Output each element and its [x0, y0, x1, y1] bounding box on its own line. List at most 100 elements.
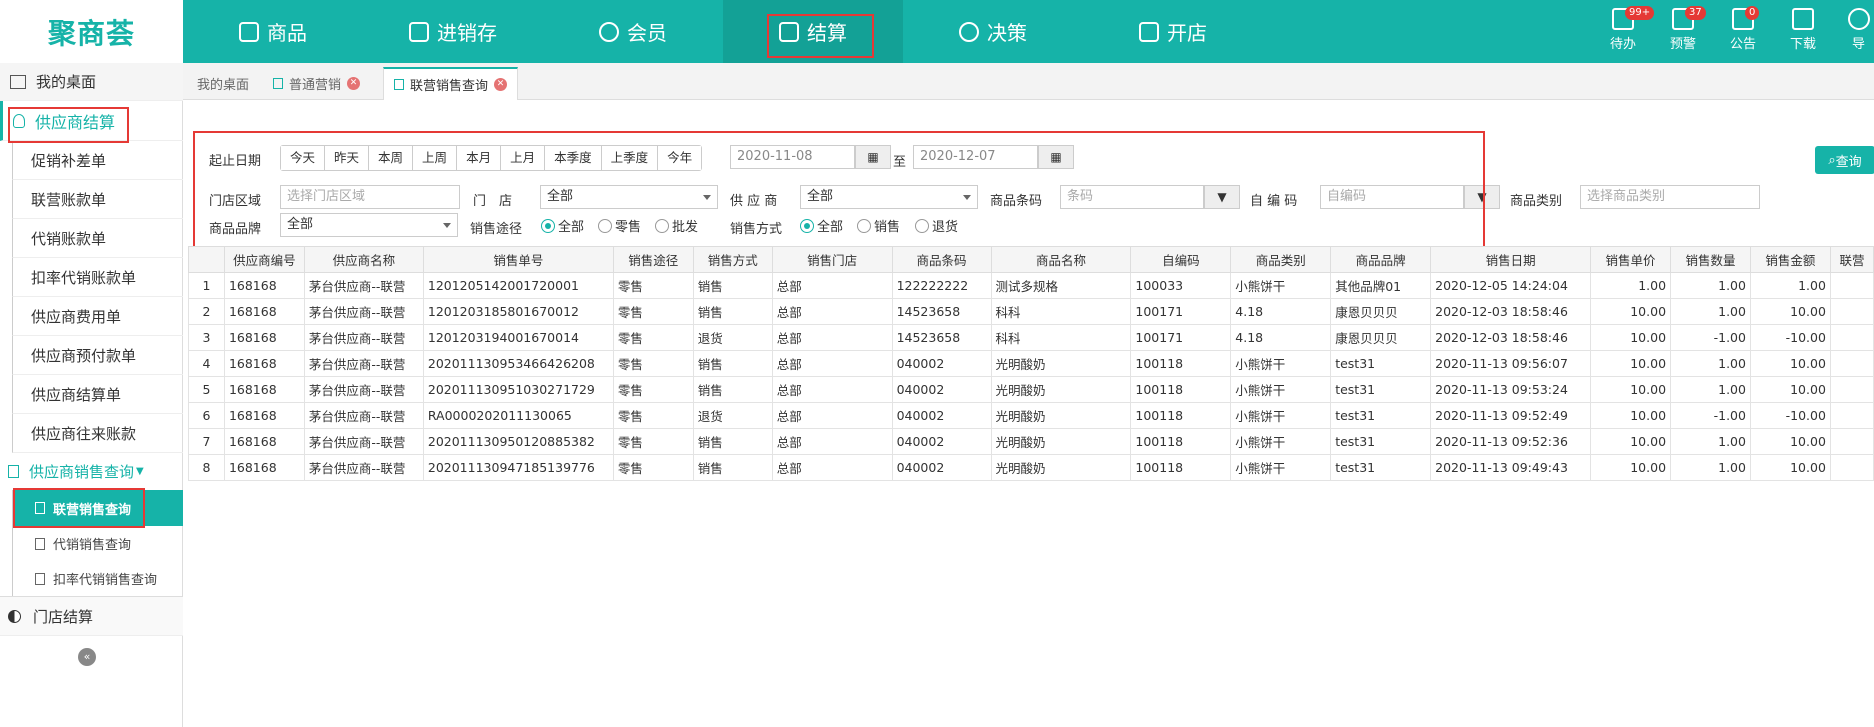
brand-select[interactable]: 全部	[280, 213, 458, 237]
supplier-select[interactable]: 全部	[800, 185, 978, 209]
quick-date-this-month[interactable]: 本月	[457, 146, 502, 170]
sidebar-sales-query-label: 供应商销售查询	[29, 463, 135, 481]
close-icon[interactable]: ✕	[347, 77, 361, 90]
todo-button[interactable]: 99+ 待办	[1603, 6, 1655, 52]
quick-date-this-quarter[interactable]: 本季度	[545, 146, 602, 170]
channel-retail-radio[interactable]: 零售	[598, 216, 641, 235]
table-cell: 茅台供应商--联营	[303, 298, 424, 325]
column-header[interactable]: 销售单价	[1590, 246, 1672, 273]
nav-decision[interactable]: 决策	[903, 0, 1083, 63]
nav-inventory[interactable]: 进销存	[363, 0, 543, 63]
date-from-input[interactable]: 2020-11-08	[730, 145, 855, 169]
store-select[interactable]: 全部	[540, 185, 718, 209]
column-header[interactable]: 供应商名称	[303, 246, 424, 273]
table-row[interactable]: 3 168168 茅台供应商--联营 1201203194001670014 零售 退货总…	[188, 324, 1874, 351]
store-area-input[interactable]: 选择门店区域	[280, 185, 460, 209]
sidebar-sub-label: 代销销售查询	[53, 538, 132, 553]
column-header[interactable]	[188, 246, 225, 273]
table-row[interactable]: 6 168168 茅台供应商--联营 RA0000202011130065 零售 退货 总部…	[188, 402, 1874, 429]
column-header[interactable]: 联营	[1829, 246, 1874, 273]
sidebar-sub-joint-sales[interactable]: 联营销售查询	[12, 490, 183, 526]
filter-icon[interactable]: ▼	[1204, 185, 1240, 209]
sidebar-item-rate-consign-account[interactable]: 扣率代销账款单	[12, 258, 183, 297]
table-row[interactable]: 1 168168 茅台供应商--联营 1201205142001720001 零售 销售总…	[188, 272, 1874, 299]
column-header[interactable]: 销售金额	[1749, 246, 1831, 273]
sidebar-sales-query[interactable]: 供应商销售查询 ▼	[0, 453, 183, 490]
table-cell: 168168	[223, 350, 305, 377]
download-button[interactable]: 下载	[1783, 8, 1823, 52]
quick-date-yesterday[interactable]: 昨天	[325, 146, 370, 170]
sidebar-store-settlement[interactable]: 门店结算	[0, 596, 183, 636]
column-header[interactable]: 销售门店	[771, 246, 893, 273]
table-row[interactable]: 8 168168 茅台供应商--联营 202011130947185139776 零售销…	[188, 454, 1874, 481]
quick-date-this-week[interactable]: 本周	[369, 146, 414, 170]
table-cell: 零售	[612, 428, 694, 455]
quick-date-this-year[interactable]: 今年	[658, 146, 702, 170]
mode-return-radio[interactable]: 退货	[915, 216, 958, 235]
quick-date-last-week[interactable]: 上周	[413, 146, 458, 170]
sidebar-sub-rate-consign-sales[interactable]: 扣率代销销售查询	[12, 561, 183, 596]
filter-icon[interactable]: ▼	[1464, 185, 1500, 209]
column-header[interactable]: 销售单号	[422, 246, 614, 273]
column-header[interactable]: 销售途径	[612, 246, 694, 273]
column-header[interactable]: 商品名称	[990, 246, 1132, 273]
nav-goods[interactable]: 商品	[183, 0, 363, 63]
category-input[interactable]: 选择商品类别	[1580, 185, 1760, 209]
column-header[interactable]: 供应商编号	[223, 246, 305, 273]
column-header[interactable]: 商品品牌	[1330, 246, 1432, 273]
sidebar-item-supplier-fee[interactable]: 供应商费用单	[12, 297, 183, 336]
barcode-input[interactable]: 条码	[1060, 185, 1204, 209]
sidebar-item-consign-account[interactable]: 代销账款单	[12, 219, 183, 258]
calendar-icon[interactable]: ▦	[1038, 145, 1074, 169]
tab-joint-sales[interactable]: 联营销售查询 ✕	[383, 67, 519, 100]
sidebar-supplier-settlement[interactable]: 供应商结算	[0, 101, 183, 141]
date-to-input[interactable]: 2020-12-07	[913, 145, 1038, 169]
user-button[interactable]: 导	[1843, 8, 1874, 52]
warning-button[interactable]: 37 预警	[1663, 6, 1706, 52]
tab-normal-marketing[interactable]: 普通营销 ✕	[263, 67, 370, 100]
table-cell: 1.00	[1670, 428, 1751, 455]
channel-wholesale-radio[interactable]: 批发	[655, 216, 698, 235]
sidebar-sub-consign-sales[interactable]: 代销销售查询	[12, 526, 183, 561]
column-header[interactable]: 商品类别	[1230, 246, 1332, 273]
sidebar-item-supplier-settle[interactable]: 供应商结算单	[12, 375, 183, 414]
quick-date-today[interactable]: 今天	[281, 146, 326, 170]
table-cell: 茅台供应商--联营	[303, 376, 424, 403]
table-cell: 零售	[612, 272, 694, 299]
table-cell: 4.18	[1230, 324, 1332, 351]
mode-all-radio[interactable]: 全部	[800, 216, 843, 235]
sidebar-item-joint-account[interactable]: 联营账款单	[12, 180, 183, 219]
collapse-icon[interactable]: «	[78, 648, 96, 666]
announce-button[interactable]: 0 公告	[1723, 6, 1763, 52]
nav-member[interactable]: 会员	[543, 0, 723, 63]
table-row[interactable]: 4 168168 茅台供应商--联营 202011130953466426208 零售销…	[188, 350, 1874, 377]
column-header[interactable]: 销售数量	[1670, 246, 1751, 273]
quick-date-last-quarter[interactable]: 上季度	[601, 146, 659, 170]
close-icon[interactable]: ✕	[494, 78, 508, 91]
query-button[interactable]: ⌕ 查询	[1815, 146, 1874, 174]
table-cell: 100171	[1130, 298, 1232, 325]
column-header[interactable]: 商品条码	[891, 246, 992, 273]
nav-open-store[interactable]: 开店	[1083, 0, 1263, 63]
table-row[interactable]: 7 168168 茅台供应商--联营 202011130950120885382 零售销…	[188, 428, 1874, 455]
column-header[interactable]: 自编码	[1130, 246, 1232, 273]
mode-sale-radio[interactable]: 销售	[857, 216, 900, 235]
table-cell: 040002	[891, 402, 992, 429]
table-cell: 总部	[771, 324, 893, 351]
channel-all-radio[interactable]: 全部	[541, 216, 584, 235]
table-row[interactable]: 5 168168 茅台供应商--联营 202011130951030271729 零售销…	[188, 376, 1874, 403]
table-row[interactable]: 2 168168 茅台供应商--联营 1201203185801670012 零售 销售总…	[188, 298, 1874, 325]
sidebar-item-supplier-ledger[interactable]: 供应商往来账款	[12, 414, 183, 453]
column-header[interactable]: 销售方式	[692, 246, 773, 273]
date-label: 起止日期	[209, 154, 262, 169]
sidebar-desk[interactable]: 我的桌面	[0, 63, 183, 101]
quick-date-last-month[interactable]: 上月	[501, 146, 546, 170]
selfcode-input[interactable]: 自编码	[1320, 185, 1464, 209]
table-cell: 康恩贝贝贝	[1330, 324, 1432, 351]
calendar-icon[interactable]: ▦	[855, 145, 891, 169]
nav-settlement[interactable]: 结算	[723, 0, 903, 63]
sidebar-item-promo[interactable]: 促销补差单	[12, 141, 183, 180]
tab-desk[interactable]: 我的桌面	[187, 67, 259, 100]
column-header[interactable]: 销售日期	[1430, 246, 1592, 273]
sidebar-item-supplier-prepay[interactable]: 供应商预付款单	[12, 336, 183, 375]
